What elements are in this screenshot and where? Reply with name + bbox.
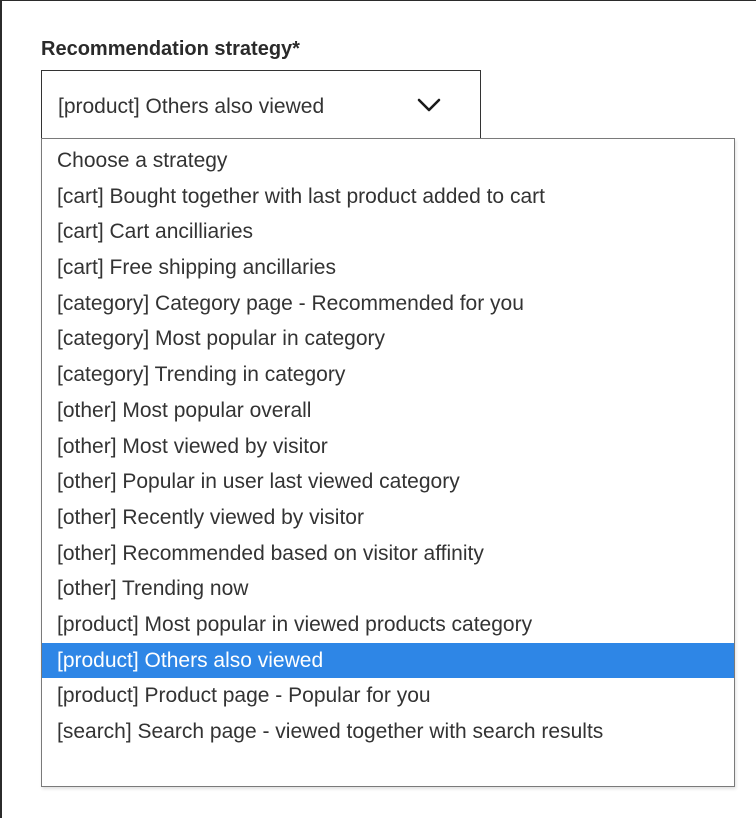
strategy-option[interactable]: [other] Recommended based on visitor aff… — [42, 536, 734, 572]
strategy-option[interactable]: Choose a strategy — [42, 143, 734, 179]
strategy-option[interactable]: [other] Popular in user last viewed cate… — [42, 464, 734, 500]
strategy-field-label: Recommendation strategy* — [41, 38, 300, 60]
strategy-option[interactable]: [cart] Cart ancilliaries — [42, 214, 734, 250]
strategy-option[interactable]: [other] Most popular overall — [42, 393, 734, 429]
strategy-select-value: [product] Others also viewed — [58, 95, 325, 118]
strategy-option[interactable]: [cart] Bought together with last product… — [42, 179, 734, 215]
strategy-option-selected[interactable]: [product] Others also viewed — [42, 642, 734, 679]
strategy-option[interactable]: [product] Product page - Popular for you — [42, 678, 734, 714]
strategy-option[interactable]: [category] Most popular in category — [42, 321, 734, 357]
strategy-option[interactable]: [cart] Free shipping ancillaries — [42, 250, 734, 286]
strategy-select[interactable]: [product] Others also viewed — [41, 70, 481, 138]
strategy-option[interactable]: [category] Trending in category — [42, 357, 734, 393]
strategy-option[interactable]: [other] Recently viewed by visitor — [42, 500, 734, 536]
strategy-options-list: Choose a strategy [cart] Bought together… — [41, 138, 735, 787]
chevron-down-icon — [417, 98, 441, 112]
strategy-option[interactable]: [other] Most viewed by visitor — [42, 429, 734, 465]
strategy-option[interactable]: [search] Search page - viewed together w… — [42, 714, 734, 750]
strategy-option[interactable]: [other] Trending now — [42, 571, 734, 607]
strategy-option[interactable]: [category] Category page - Recommended f… — [42, 286, 734, 322]
strategy-option[interactable]: [product] Most popular in viewed product… — [42, 607, 734, 643]
